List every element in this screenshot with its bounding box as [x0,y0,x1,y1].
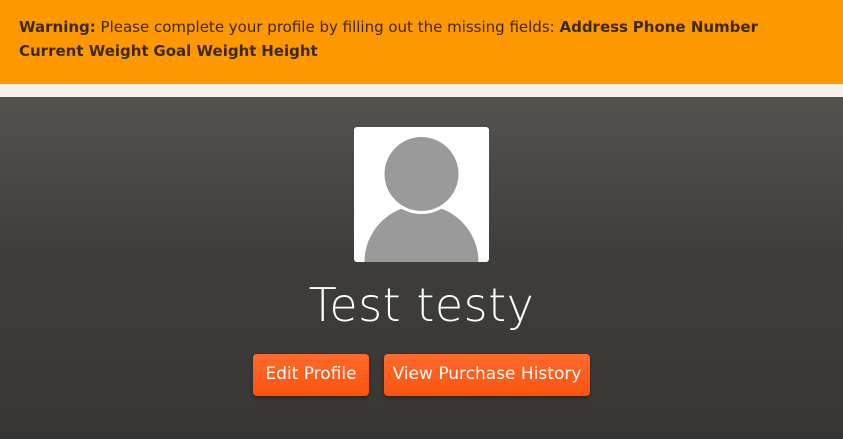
missing-field: Height [261,42,318,60]
profile-name: Test testy [308,278,535,332]
user-avatar-icon [364,134,479,262]
avatar [354,127,489,262]
banner-divider [0,84,843,97]
missing-field: Current Weight [19,42,149,60]
edit-profile-button[interactable]: Edit Profile [253,354,369,396]
warning-message: Please complete your profile by filling … [95,18,560,36]
missing-field: Goal Weight [153,42,257,60]
missing-field: Address [559,18,628,36]
view-purchase-history-button[interactable]: View Purchase History [384,354,590,396]
missing-field: Phone Number [632,18,758,36]
warning-prefix: Warning: [19,18,96,36]
profile-warning-banner: Warning: Please complete your profile by… [0,0,843,84]
profile-header: Test testy Edit Profile View Purchase Hi… [0,97,843,439]
